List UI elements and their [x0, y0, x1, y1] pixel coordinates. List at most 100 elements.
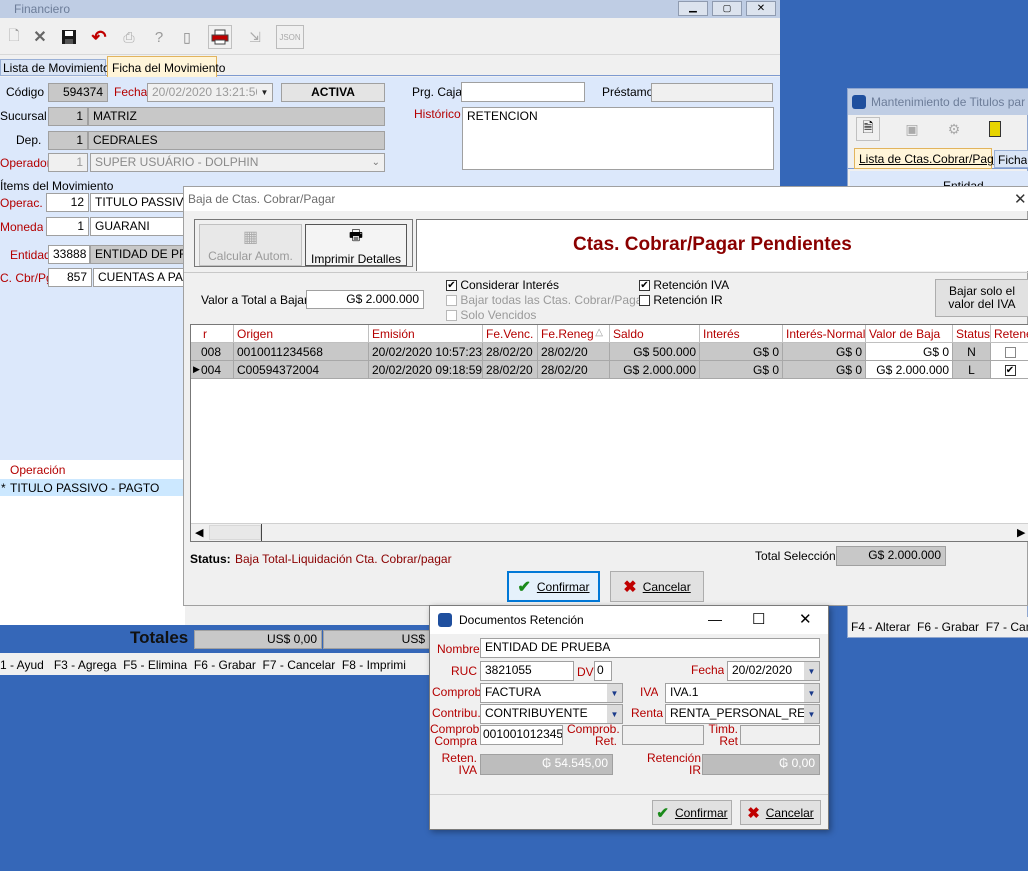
- cancelar-button[interactable]: ✖ Cancelar: [610, 571, 704, 602]
- chevron-down-icon[interactable]: ▼: [804, 705, 819, 723]
- operac-field[interactable]: TITULO PASSIVO: [90, 193, 190, 212]
- export-icon[interactable]: ⇲: [243, 25, 267, 49]
- col-saldo[interactable]: Saldo: [610, 325, 700, 343]
- nombre-field[interactable]: ENTIDAD DE PRUEBA: [480, 638, 820, 658]
- dv-field[interactable]: 0: [594, 661, 612, 681]
- operac-num-field[interactable]: 12: [46, 193, 89, 212]
- calcular-autom-button[interactable]: ▦ Calcular Autom.: [199, 224, 302, 266]
- table-row[interactable]: 008 0010011234568 20/02/2020 10:57:23 28…: [191, 343, 1028, 361]
- iva-select[interactable]: IVA.1 ▼: [665, 683, 820, 703]
- timb-ret-field[interactable]: [740, 725, 820, 745]
- chevron-down-icon[interactable]: ▼: [804, 662, 819, 680]
- col-valor-baja[interactable]: Valor de Baja: [866, 325, 953, 343]
- cbrpgr-num-field[interactable]: 857: [48, 268, 92, 287]
- sucursal-field[interactable]: MATRIZ: [88, 107, 385, 126]
- col-interes[interactable]: Interés: [700, 325, 783, 343]
- codigo-field[interactable]: 594374: [48, 83, 108, 102]
- scroll-right-icon[interactable]: ▶: [1017, 526, 1025, 539]
- ruc-field[interactable]: 3821055: [480, 661, 574, 681]
- retene-checkbox[interactable]: ✔: [991, 361, 1028, 379]
- comprob-compra-field[interactable]: 0010010123456: [480, 725, 563, 745]
- sucursal-num-field[interactable]: 1: [48, 107, 88, 126]
- horizontal-scrollbar[interactable]: ◀ ▶: [191, 523, 1028, 541]
- nombre-label: Nombre: [437, 642, 480, 656]
- dep-num-field[interactable]: 1: [48, 131, 88, 150]
- col-interes-normal[interactable]: Interés-Normal: [783, 325, 866, 343]
- moneda-num-field[interactable]: 1: [46, 217, 89, 236]
- save-icon[interactable]: ▣: [900, 117, 924, 141]
- undo-icon[interactable]: ↶: [87, 25, 111, 49]
- table-row[interactable]: ▶ 004 C00594372004 20/02/2020 09:18:59 2…: [191, 361, 1028, 379]
- solo-vencidos-checkbox[interactable]: Solo Vencidos: [446, 308, 536, 322]
- ctas-grid[interactable]: r Origen Emisión Fe.Venc. Fe.Reneg △ Sal…: [190, 324, 1028, 542]
- operacion-row-selected[interactable]: * TITULO PASSIVO - PAGTO: [0, 479, 185, 496]
- operador-field[interactable]: SUPER USUÁRIO - DOLPHIN ⌄: [90, 153, 385, 172]
- chevron-down-icon[interactable]: ▼: [607, 684, 622, 702]
- historico-textarea[interactable]: RETENCION: [462, 107, 774, 170]
- tab-lista-movimientos[interactable]: Lista de Movimientos: [0, 59, 116, 76]
- maximize-button[interactable]: ▢: [712, 1, 742, 16]
- moneda-field[interactable]: GUARANI: [90, 217, 190, 236]
- entidad-field[interactable]: ENTIDAD DE PRU: [90, 245, 190, 264]
- contribu-select[interactable]: CONTRIBUYENTE ▼: [480, 704, 623, 724]
- renta-select[interactable]: RENTA_PERSONAL_REGISTR ▼: [665, 704, 820, 724]
- reten-confirmar-button[interactable]: ✔ Confirmar: [652, 800, 732, 825]
- delete-icon[interactable]: ✕: [28, 25, 52, 49]
- fecha-field[interactable]: 20/02/2020 13:21:56 ▼: [147, 83, 273, 102]
- retencion-iva-checkbox[interactable]: ✔ Retención IVA: [639, 278, 729, 292]
- entidad-num-field[interactable]: 33888: [48, 245, 90, 264]
- confirmar-button[interactable]: ✔ Confirmar: [507, 571, 600, 602]
- operacion-list[interactable]: Operación * TITULO PASSIVO - PAGTO: [0, 460, 185, 625]
- exit-icon[interactable]: [983, 117, 1007, 141]
- titulos-title: Mantenimiento de Titulos par: [871, 95, 1026, 109]
- chevron-down-icon[interactable]: ▼: [607, 705, 622, 723]
- minimize-button[interactable]: ▁: [678, 1, 708, 16]
- tab-lista-ctas[interactable]: Lista de Ctas.Cobrar/Pagar: [854, 148, 1004, 169]
- comprob-ret-field[interactable]: [622, 725, 704, 745]
- new-document-icon[interactable]: 🗋: [2, 25, 26, 49]
- prg-caja-field[interactable]: [461, 82, 585, 102]
- close-button[interactable]: ✕: [746, 1, 776, 16]
- scroll-left-icon[interactable]: ◀: [195, 526, 203, 539]
- settings-icon[interactable]: ⚙: [942, 117, 966, 141]
- retencion-ir-checkbox[interactable]: Retención IR: [639, 293, 723, 307]
- operador-num-field[interactable]: 1: [48, 153, 88, 172]
- cbrpgr-field[interactable]: CUENTAS A PAG: [93, 268, 190, 287]
- refresh-doc-icon[interactable]: 🗎: [856, 117, 880, 141]
- retene-checkbox[interactable]: [991, 343, 1028, 361]
- json-icon[interactable]: JSON: [276, 25, 304, 49]
- col-origen[interactable]: Origen: [234, 325, 369, 343]
- col-status[interactable]: Status: [953, 325, 991, 343]
- considerar-interes-checkbox[interactable]: ✔ Considerar Interés: [446, 278, 559, 292]
- col-fe-venc[interactable]: Fe.Venc.: [483, 325, 538, 343]
- valor-total-input[interactable]: G$ 2.000.000: [306, 290, 424, 309]
- print-icon[interactable]: ⎙: [117, 25, 141, 49]
- close-icon[interactable]: ✕: [1014, 190, 1027, 208]
- comprob-compra-label: Comprob. Compra: [430, 722, 483, 748]
- reten-cancelar-button[interactable]: ✖ Cancelar: [740, 800, 821, 825]
- imprimir-detalles-button[interactable]: 🖶 Imprimir Detalles: [305, 224, 407, 266]
- print-red-icon[interactable]: [208, 25, 232, 49]
- tab-ficha-movimiento[interactable]: Ficha del Movimiento: [107, 56, 225, 77]
- scrollbar-thumb[interactable]: [209, 525, 261, 540]
- col-r[interactable]: r: [191, 325, 234, 343]
- comprob-select[interactable]: FACTURA ▼: [480, 683, 623, 703]
- chevron-down-icon[interactable]: ▼: [804, 684, 819, 702]
- bajar-todas-checkbox[interactable]: Bajar todas las Ctas. Cobrar/Pagar: [446, 293, 646, 307]
- tab-ficha[interactable]: Ficha: [994, 150, 1028, 168]
- printer-icon: 🖶: [348, 226, 364, 244]
- fecha-field[interactable]: 20/02/2020 ▼: [727, 661, 820, 681]
- col-emision[interactable]: Emisión: [369, 325, 483, 343]
- bajar-solo-iva-button[interactable]: Bajar solo el valor del IVA: [935, 279, 1028, 317]
- col-fe-reneg[interactable]: Fe.Reneg △: [538, 325, 610, 343]
- prestamo-field[interactable]: [651, 83, 773, 102]
- door-icon[interactable]: ▯: [175, 25, 199, 49]
- minimize-icon[interactable]: —: [708, 611, 722, 627]
- dep-field[interactable]: CEDRALES: [88, 131, 385, 150]
- col-retene[interactable]: Retene: [991, 325, 1028, 343]
- close-icon[interactable]: ✕: [799, 610, 812, 628]
- help-icon[interactable]: ?: [147, 25, 171, 49]
- save-icon[interactable]: [57, 25, 81, 49]
- contribu-label: Contribu.: [432, 706, 481, 720]
- maximize-icon[interactable]: ☐: [752, 610, 765, 628]
